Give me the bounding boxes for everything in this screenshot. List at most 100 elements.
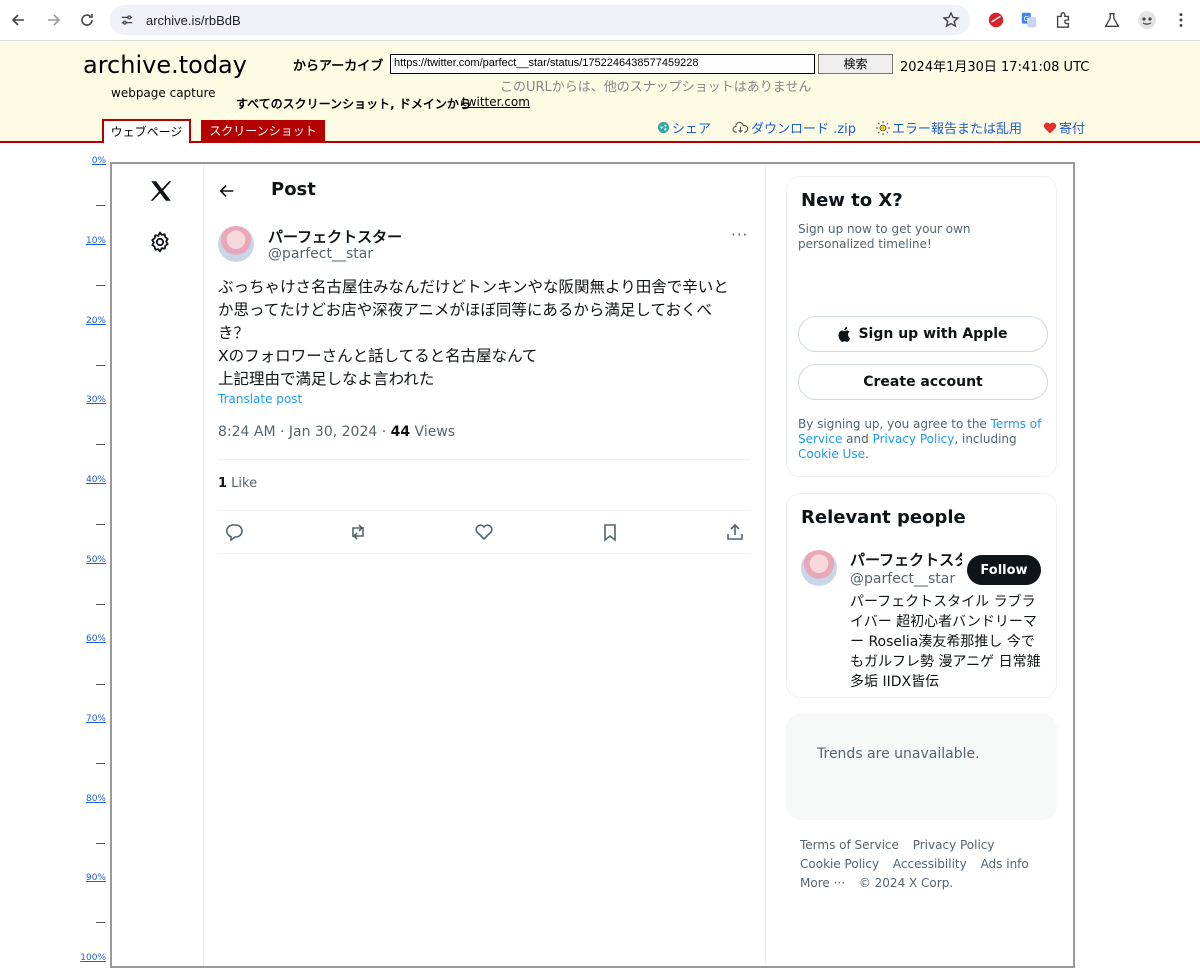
browser-toolbar: archive.is/rbBdB G	[0, 0, 1200, 41]
tab-webpage[interactable]: ウェブページ	[102, 119, 191, 143]
views-label: Views	[410, 424, 456, 440]
footer-copyright: © 2024 X Corp.	[858, 876, 954, 890]
heart-icon	[1043, 122, 1057, 133]
more-options-icon[interactable]: ···	[731, 226, 748, 244]
ruler-dash	[96, 684, 105, 685]
reload-button[interactable]	[72, 5, 102, 35]
domain-link[interactable]: twitter.com	[462, 95, 530, 109]
share-link[interactable]: シェア	[657, 118, 711, 137]
ruler-dash	[96, 524, 105, 525]
create-account-button[interactable]: Create account	[798, 364, 1048, 400]
arrow-right-icon	[48, 14, 61, 26]
author-display-name[interactable]: パーフェクトスター	[268, 226, 402, 247]
report-link[interactable]: エラー報告または乱用	[876, 118, 1022, 137]
sun-icon	[876, 120, 890, 135]
ruler-mark[interactable]: 40%	[80, 475, 106, 485]
author-handle[interactable]: @parfect__star	[268, 246, 373, 262]
back-arrow-button[interactable]	[218, 178, 236, 204]
reload-icon	[81, 14, 93, 26]
ruler-dash	[96, 604, 105, 605]
cloud-download-icon	[732, 121, 749, 133]
ruler-mark[interactable]: 10%	[80, 236, 106, 246]
person-avatar[interactable]	[801, 550, 837, 586]
archive-date: 2024年1月30日 17:41:08 UTC	[900, 60, 1090, 75]
ruler-mark[interactable]: 100%	[80, 953, 106, 963]
post-column: Post パーフェクトスター @parfect__star ··· ぶっちゃけさ…	[204, 164, 766, 966]
ruler-dash	[96, 444, 105, 445]
terms-text: By signing up, you agree to the	[798, 417, 991, 431]
post-timestamp[interactable]: 8:24 AM · Jan 30, 2024 ·	[218, 424, 391, 440]
footer-cookie-link[interactable]: Cookie Policy	[800, 857, 879, 871]
person-name[interactable]: パーフェクトス⁠タ	[850, 549, 962, 570]
bookmark-icon[interactable]	[600, 522, 620, 542]
author-avatar[interactable]	[218, 226, 254, 262]
ruler-mark[interactable]: 30%	[80, 395, 106, 405]
follow-button[interactable]: Follow	[967, 555, 1041, 585]
address-bar[interactable]: archive.is/rbBdB	[110, 5, 970, 35]
ruler-dash	[96, 285, 105, 286]
views-count: 44	[390, 424, 411, 440]
sign-up-apple-button[interactable]: Sign up with Apple	[798, 316, 1048, 352]
ruler-dash	[96, 365, 105, 366]
ruler-mark[interactable]: 70%	[80, 714, 106, 724]
reply-icon[interactable]	[224, 522, 244, 542]
ruler-mark[interactable]: 20%	[80, 316, 106, 326]
ruler-mark[interactable]: 60%	[80, 634, 106, 644]
like-heart-icon[interactable]	[474, 522, 494, 542]
footer-ads-link[interactable]: Ads info	[981, 857, 1029, 871]
svg-text:G: G	[1024, 14, 1030, 23]
footer-accessibility-link[interactable]: Accessibility	[893, 857, 967, 871]
ruler-mark[interactable]: 90%	[80, 873, 106, 883]
labs-flask-icon[interactable]	[1101, 9, 1123, 31]
new-to-x-title: New to X?	[801, 190, 903, 211]
repost-icon[interactable]	[348, 522, 368, 542]
privacy-policy-link[interactable]: Privacy Policy	[873, 432, 955, 446]
archive-search-button[interactable]: 検索	[818, 54, 893, 74]
snapshot-frame: Post パーフェクトスター @parfect__star ··· ぶっちゃけさ…	[110, 162, 1075, 968]
profile-avatar-icon[interactable]	[1136, 9, 1158, 31]
site-info-icon[interactable]	[116, 9, 138, 31]
donate-link[interactable]: 寄付	[1043, 118, 1085, 137]
url-text: archive.is/rbBdB	[146, 12, 241, 28]
footer-more-link[interactable]: More ···	[800, 876, 845, 890]
translate-extension-icon[interactable]: G	[1018, 9, 1040, 31]
ruler-dash	[96, 843, 105, 844]
person-handle[interactable]: @parfect__star	[850, 571, 955, 587]
right-sidebar: New to X? Sign up now to get your own pe…	[766, 164, 1073, 966]
share-upload-icon[interactable]	[725, 522, 745, 542]
new-to-x-subtitle: Sign up now to get your own personalized…	[798, 222, 971, 251]
ruler-mark[interactable]: 80%	[80, 794, 106, 804]
x-logo-icon[interactable]	[148, 178, 174, 204]
extensions-puzzle-icon[interactable]	[1052, 9, 1074, 31]
all-screenshots-text: すべてのスクリーンショット, ドメインから	[236, 97, 471, 111]
settings-gear-icon[interactable]	[148, 230, 172, 254]
tab-screenshot[interactable]: スクリーンショット	[201, 120, 325, 142]
kebab-menu-icon[interactable]	[1170, 9, 1192, 31]
tweet-line: Xのフォロワーさんと話してると名古屋なんて	[218, 347, 538, 365]
forward-button[interactable]	[38, 5, 68, 35]
archive-url-input[interactable]: https://twitter.com/parfect__star/status…	[390, 54, 815, 74]
extension-red-icon[interactable]	[985, 9, 1007, 31]
post-meta: 8:24 AM · Jan 30, 2024 · 44 Views	[218, 424, 455, 440]
new-to-x-card: New to X? Sign up now to get your own pe…	[786, 176, 1057, 477]
ruler-dash	[96, 763, 105, 764]
divider	[218, 459, 750, 460]
archive-sublogo: webpage capture	[111, 86, 216, 100]
tweet-line: か思ってたけどお店や深夜アニメがほぼ同等にあるから満足しておくべ	[218, 301, 712, 319]
share-label: シェア	[672, 122, 712, 137]
ruler-mark[interactable]: 50%	[80, 555, 106, 565]
footer-tos-link[interactable]: Terms of Service	[800, 838, 899, 852]
terms-notice: By signing up, you agree to the Terms of…	[798, 417, 1050, 462]
translate-post-link[interactable]: Translate post	[218, 392, 302, 406]
bookmark-star-icon[interactable]	[942, 11, 960, 29]
tweet-line: 上記理由で満足しなよ言われた	[218, 370, 435, 388]
ruler-mark[interactable]: 0%	[80, 156, 106, 166]
download-link[interactable]: ダウンロード .zip	[732, 118, 856, 137]
divider	[218, 553, 750, 554]
footer-privacy-link[interactable]: Privacy Policy	[913, 838, 995, 852]
likes-summary[interactable]: 1 Like	[218, 476, 257, 491]
cookie-use-link[interactable]: Cookie Use	[798, 447, 865, 461]
trends-panel: Trends are unavailable.	[786, 714, 1057, 820]
archive-logo[interactable]: archive.today	[83, 51, 247, 79]
back-button[interactable]	[4, 5, 34, 35]
